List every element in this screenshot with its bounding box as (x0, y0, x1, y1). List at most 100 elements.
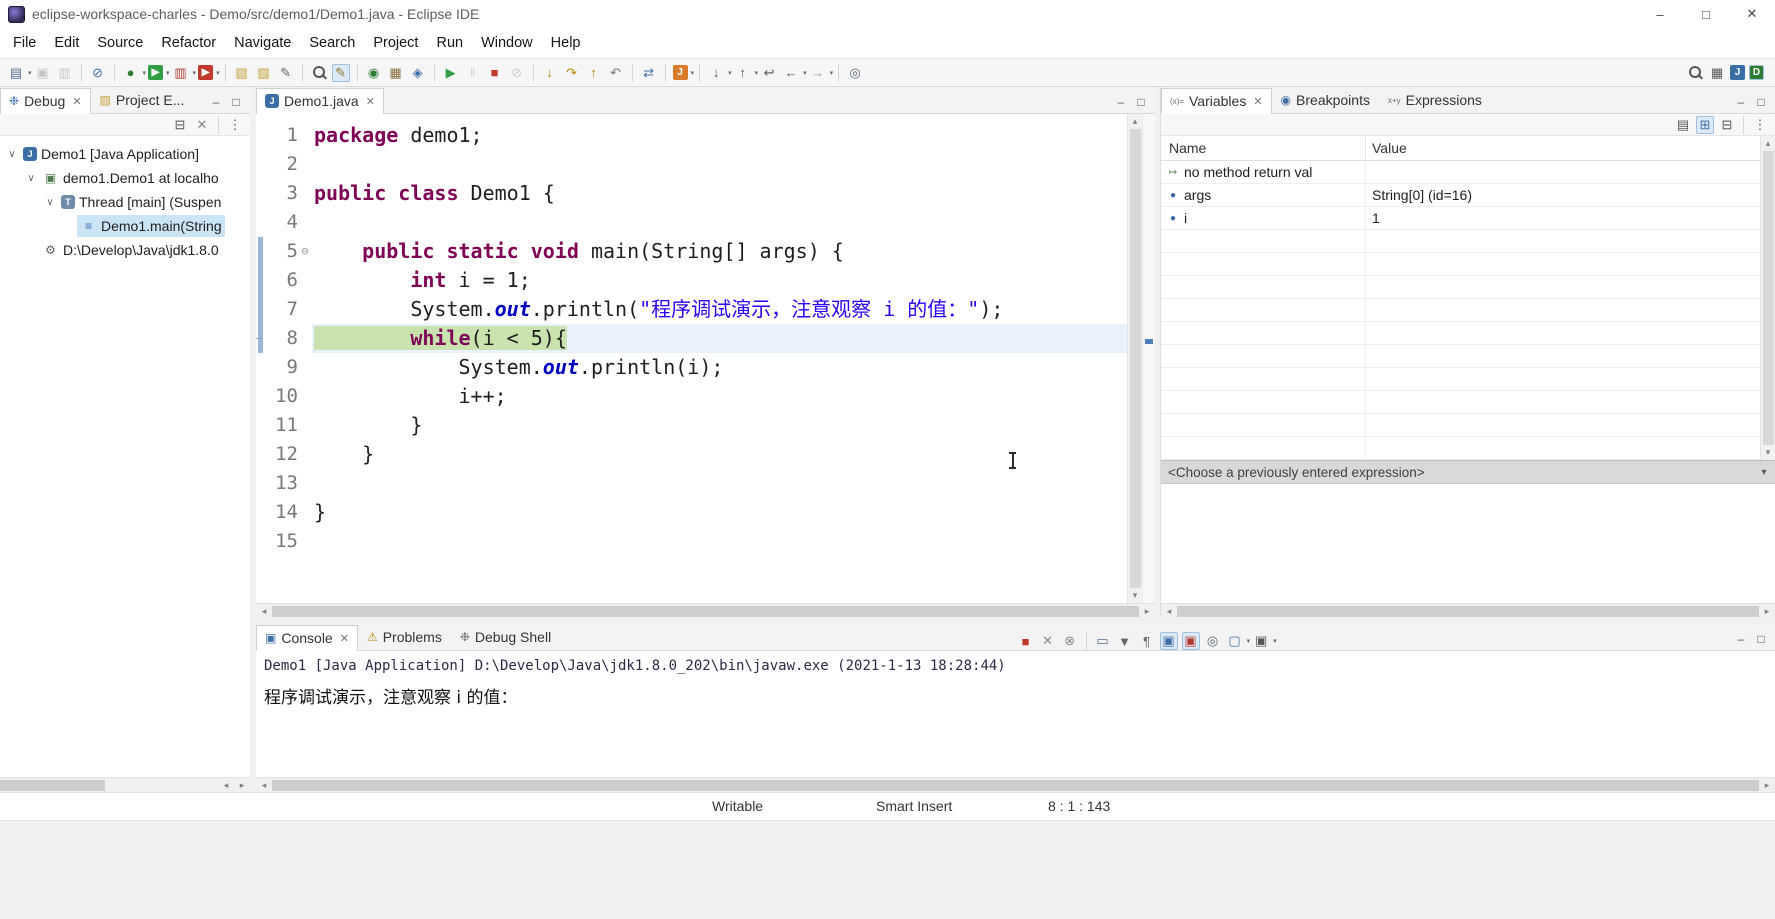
annotation-ruler[interactable] (256, 150, 266, 179)
open-folder-icon[interactable]: ▧ (255, 64, 273, 82)
pin-console-icon[interactable]: ◎ (1204, 632, 1222, 650)
debug-icon[interactable]: ● (122, 64, 140, 82)
close-icon[interactable]: ✕ (72, 95, 81, 108)
toggle-mark-occurrences-icon[interactable]: ✎ (331, 63, 350, 82)
quick-search-icon[interactable] (1686, 64, 1704, 81)
scroll-up-arrow-icon[interactable]: ▴ (1128, 114, 1143, 129)
run-icon[interactable]: ▶ (148, 65, 164, 80)
scroll-down-arrow-icon[interactable]: ▾ (1128, 588, 1143, 603)
code-line-text[interactable] (312, 527, 1127, 556)
view-menu-icon[interactable]: ⋮ (1751, 116, 1769, 134)
remove-all-terminated-icon[interactable]: ✕ (193, 116, 211, 134)
open-perspective-icon[interactable]: ▦ (1708, 64, 1726, 82)
close-icon[interactable]: ✕ (1253, 95, 1262, 108)
annotation-ruler[interactable] (256, 121, 266, 150)
menu-window[interactable]: Window (472, 28, 542, 58)
pin-editor-icon[interactable]: ◎ (846, 64, 864, 82)
tab-problems[interactable]: ⚠ Problems (358, 624, 451, 650)
tree-expander-icon[interactable]: ∨ (42, 197, 58, 208)
coverage-icon[interactable]: ▥ (172, 64, 190, 82)
code-editor[interactable]: 1 package demo1; 2 3 public class Demo1 {4 5 ⊖… (256, 114, 1127, 603)
run-external-tools-dropdown-arrow-icon[interactable]: ▾ (216, 69, 220, 77)
search-icon[interactable] (310, 64, 328, 81)
scrollbar-thumb[interactable] (0, 779, 105, 791)
code-line-text[interactable]: public class Demo1 { (312, 179, 1127, 208)
scroll-left-arrow-icon[interactable]: ◂ (256, 780, 272, 791)
new-java-class-icon[interactable]: ◉ (365, 64, 383, 82)
tab-project-e[interactable]: ▨ Project E... (91, 87, 194, 113)
minimize-view-button[interactable]: – (1111, 91, 1131, 113)
word-wrap-icon[interactable]: ¶ (1138, 632, 1156, 650)
view-menu-icon[interactable]: ⋮ (226, 116, 244, 134)
next-annotation-icon[interactable]: ↓ (707, 64, 725, 82)
step-return-icon[interactable]: ↑ (585, 64, 603, 82)
maximize-view-button[interactable]: □ (1751, 91, 1771, 113)
drop-to-frame-icon[interactable]: ↶ (607, 64, 625, 82)
window-minimize-button[interactable]: – (1637, 0, 1683, 28)
scrollbar-thumb[interactable] (272, 605, 1139, 617)
column-header-value[interactable]: Value (1366, 140, 1760, 156)
menu-source[interactable]: Source (88, 28, 152, 58)
collapse-all-icon[interactable]: ⊟ (171, 116, 189, 134)
tree-expander-icon[interactable]: ∨ (23, 173, 39, 184)
debug-tree-item[interactable]: ∨ J Demo1 [Java Application] (0, 142, 250, 166)
annotation-ruler[interactable] (256, 237, 266, 266)
open-type-icon[interactable]: ◈ (409, 64, 427, 82)
menu-project[interactable]: Project (364, 28, 427, 58)
code-line-text[interactable] (312, 469, 1127, 498)
menu-edit[interactable]: Edit (45, 28, 88, 58)
scroll-lock-icon[interactable]: ▼ (1116, 632, 1134, 650)
expression-combo[interactable]: <Choose a previously entered expression>… (1161, 460, 1775, 484)
new-java-project-icon[interactable]: ▨ (233, 64, 251, 82)
step-into-icon[interactable]: ↓ (541, 64, 559, 82)
code-line-text[interactable] (312, 208, 1127, 237)
maximize-view-button[interactable]: □ (1131, 91, 1151, 113)
code-line-text[interactable]: public static void main(String[] args) { (312, 237, 1127, 266)
scroll-right-arrow-icon[interactable]: ▸ (1759, 606, 1775, 617)
variable-detail-pane[interactable] (1161, 484, 1775, 603)
close-icon[interactable]: ✕ (366, 95, 375, 108)
show-console-on-stdout-icon[interactable]: ▣ (1159, 632, 1178, 650)
minimize-view-button[interactable]: – (1731, 628, 1751, 650)
code-line-text[interactable]: while(i < 5){ (312, 324, 1127, 353)
remove-launch-icon[interactable]: ✕ (1039, 632, 1057, 650)
scroll-right-arrow-icon[interactable]: ▸ (1759, 780, 1775, 791)
scroll-right-arrow-icon[interactable]: ▸ (234, 780, 250, 791)
code-line-text[interactable]: System.out.println(i); (312, 353, 1127, 382)
menu-help[interactable]: Help (542, 28, 590, 58)
annotation-ruler[interactable] (256, 411, 266, 440)
annotation-ruler[interactable] (256, 266, 266, 295)
clear-console-icon[interactable]: ▭ (1094, 632, 1112, 650)
perspective-debug-icon[interactable]: D (1749, 65, 1764, 80)
new-wizard-icon[interactable]: ▤ (7, 64, 25, 82)
overview-current-line-marker[interactable] (1145, 338, 1153, 344)
menu-refactor[interactable]: Refactor (152, 28, 225, 58)
scroll-up-arrow-icon[interactable]: ▴ (1761, 136, 1775, 151)
open-console-dropdown-arrow-icon[interactable]: ▾ (1273, 637, 1277, 645)
scrollbar-thumb[interactable] (1129, 129, 1141, 588)
show-type-names-icon[interactable]: ▤ (1674, 116, 1692, 134)
scrollbar-thumb[interactable] (1177, 605, 1759, 617)
tab-debug[interactable]: ❉ Debug ✕ (0, 88, 91, 114)
maximize-view-button[interactable]: □ (1751, 628, 1771, 650)
last-edit-location-icon[interactable]: ↩ (760, 64, 778, 82)
new-package-icon[interactable]: ▦ (387, 64, 405, 82)
menu-run[interactable]: Run (427, 28, 472, 58)
minimize-view-button[interactable]: – (1731, 91, 1751, 113)
code-line-text[interactable] (312, 150, 1127, 179)
remove-all-terminated-launches-icon[interactable]: ⊗ (1061, 632, 1079, 650)
menu-file[interactable]: File (4, 28, 45, 58)
run-last-launched-icon[interactable]: J (672, 65, 688, 80)
scroll-left-arrow-icon[interactable]: ◂ (218, 780, 234, 791)
display-selected-console-icon[interactable]: ▢ (1226, 632, 1244, 650)
variable-row[interactable]: ● i 1 (1161, 207, 1760, 230)
console-output-area[interactable]: Demo1 [Java Application] D:\Develop\Java… (256, 651, 1775, 777)
code-line-text[interactable]: i++; (312, 382, 1127, 411)
forward-dropdown-arrow-icon[interactable]: ▾ (830, 69, 834, 77)
previous-annotation-icon[interactable]: ↑ (734, 64, 752, 82)
annotation-ruler[interactable] (256, 382, 266, 411)
annotation-ruler[interactable] (256, 469, 266, 498)
run-last-launched-dropdown-arrow-icon[interactable]: ▾ (691, 69, 695, 77)
annotation-ruler[interactable] (256, 527, 266, 556)
debug-tree-item[interactable]: ≡ Demo1.main(String (0, 214, 250, 238)
